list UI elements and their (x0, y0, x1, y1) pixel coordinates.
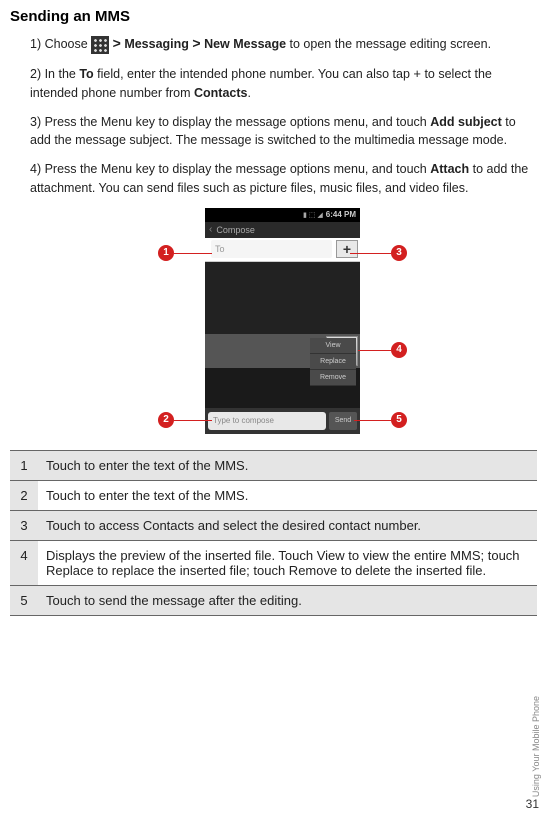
new-message-label: New Message (204, 37, 286, 51)
step-3: 3) Press the Menu key to display the mes… (30, 113, 537, 151)
callout-4: 4 (391, 342, 407, 358)
callout-line (350, 253, 391, 254)
side-label: Using Your Mobile Phone (531, 696, 541, 797)
plus-icon: + (413, 66, 421, 81)
legend-text: Touch to send the message after the edit… (38, 585, 537, 615)
legend-table: 1 Touch to enter the text of the MMS. 2 … (10, 450, 537, 616)
callout-line (174, 253, 212, 254)
figure-area: ▮ ⬚ ◢ 6:44 PM ‹ Compose To + View Replac… (10, 208, 537, 438)
step-4-num: 4) Press the Menu key to display the mes… (30, 162, 430, 176)
menu-replace[interactable]: Replace (310, 354, 356, 370)
callout-3: 3 (391, 245, 407, 261)
step-1-text: to open the message editing screen. (286, 37, 491, 51)
legend-num: 3 (10, 510, 38, 540)
callout-1: 1 (158, 245, 174, 261)
table-row: 3 Touch to access Contacts and select th… (10, 510, 537, 540)
legend-text: Displays the preview of the inserted fil… (38, 540, 537, 585)
header-title: Compose (216, 225, 255, 235)
step-2-text-b: field, enter the intended phone number. … (94, 67, 414, 81)
status-bar: ▮ ⬚ ◢ 6:44 PM (205, 208, 360, 222)
apps-icon (91, 36, 109, 54)
step-1: 1) Choose > Messaging > New Message to o… (30, 33, 537, 54)
table-row: 4 Displays the preview of the inserted f… (10, 540, 537, 585)
context-menu: View Replace Remove (310, 338, 356, 386)
callout-line (354, 420, 391, 421)
step-4: 4) Press the Menu key to display the mes… (30, 160, 537, 198)
attach-label: Attach (430, 162, 469, 176)
back-icon: ‹ (209, 224, 212, 235)
step-2: 2) In the To field, enter the intended p… (30, 64, 537, 103)
phone-screenshot: ▮ ⬚ ◢ 6:44 PM ‹ Compose To + View Replac… (205, 208, 360, 434)
status-time: 6:44 PM (326, 210, 356, 219)
step-2-num: 2) In the (30, 67, 79, 81)
add-contact-button[interactable]: + (336, 240, 358, 258)
callout-line (358, 350, 391, 351)
menu-remove[interactable]: Remove (310, 370, 356, 386)
callout-line (174, 420, 212, 421)
legend-text: Touch to enter the text of the MMS. (38, 450, 537, 480)
contacts-label: Contacts (194, 86, 247, 100)
to-label: To (79, 67, 93, 81)
send-button[interactable]: Send (329, 412, 357, 430)
step-3-num: 3) Press the Menu key to display the mes… (30, 115, 430, 129)
legend-num: 4 (10, 540, 38, 585)
legend-num: 1 (10, 450, 38, 480)
table-row: 5 Touch to send the message after the ed… (10, 585, 537, 615)
chevron-icon: > (113, 35, 121, 51)
callout-2: 2 (158, 412, 174, 428)
legend-num: 2 (10, 480, 38, 510)
step-1-num: 1) Choose (30, 37, 91, 51)
menu-view[interactable]: View (310, 338, 356, 354)
to-input[interactable]: To (211, 240, 332, 258)
page-number: 31 (526, 797, 539, 811)
legend-text: Touch to enter the text of the MMS. (38, 480, 537, 510)
screen-header: ‹ Compose (205, 222, 360, 238)
add-subject-label: Add subject (430, 115, 502, 129)
callout-5: 5 (391, 412, 407, 428)
messaging-label: Messaging (124, 37, 189, 51)
step-2-text-d: . (247, 86, 250, 100)
table-row: 2 Touch to enter the text of the MMS. (10, 480, 537, 510)
chevron-icon: > (192, 35, 200, 51)
to-row: To + (205, 238, 360, 262)
signal-icon: ▮ ⬚ ◢ (303, 211, 323, 219)
table-row: 1 Touch to enter the text of the MMS. (10, 450, 537, 480)
message-body (205, 262, 360, 334)
compose-row: Type to compose Send (205, 408, 360, 434)
compose-input[interactable]: Type to compose (208, 412, 326, 430)
legend-num: 5 (10, 585, 38, 615)
section-title: Sending an MMS (10, 8, 537, 25)
legend-text: Touch to access Contacts and select the … (38, 510, 537, 540)
